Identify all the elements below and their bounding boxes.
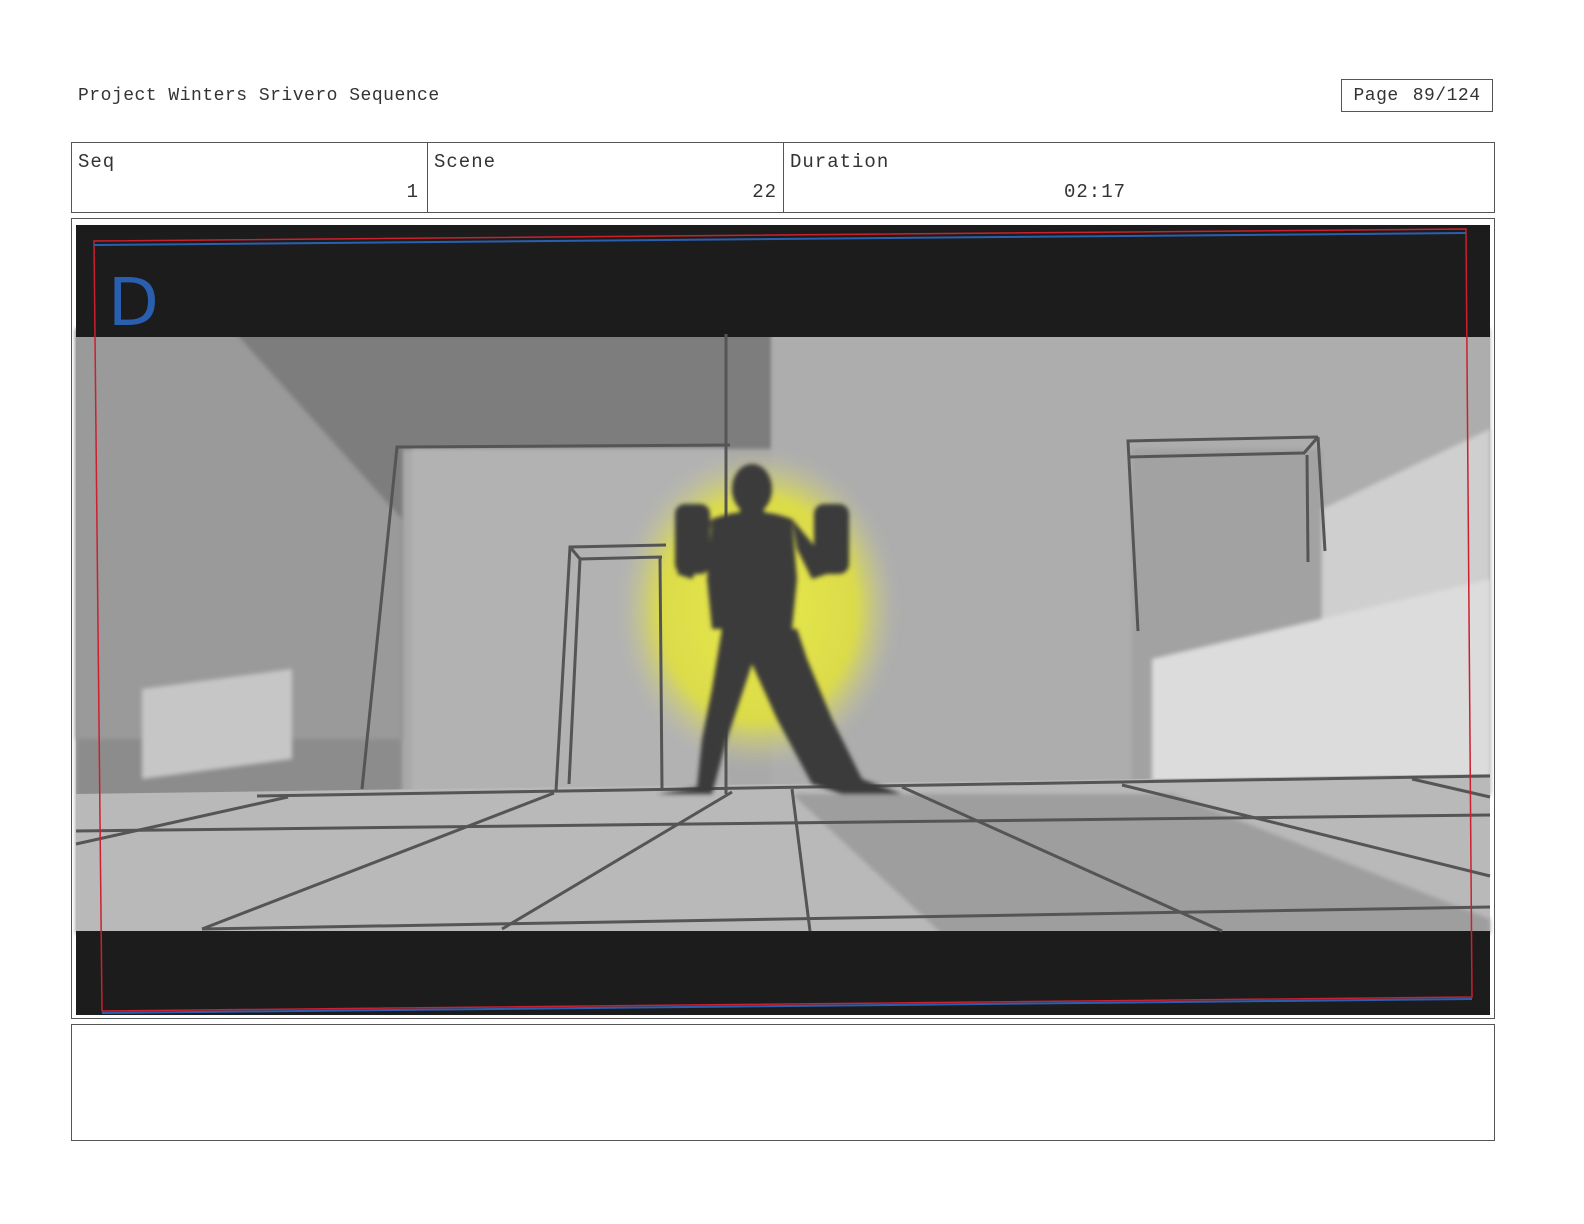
seq-cell: Seq 1 xyxy=(72,143,428,212)
duration-value: 02:17 xyxy=(1064,181,1127,203)
scene-label: Scene xyxy=(434,151,497,173)
seq-value: 1 xyxy=(406,181,419,203)
notes-box[interactable] xyxy=(71,1024,1495,1141)
letterbox-bottom xyxy=(76,931,1490,1015)
project-title: Project Winters Srivero Sequence xyxy=(78,86,440,106)
duration-label: Duration xyxy=(790,151,890,173)
storyboard-panel: D xyxy=(71,218,1495,1019)
seq-label: Seq xyxy=(78,151,116,173)
duration-cell: Duration 02:17 xyxy=(784,143,1494,212)
scene-value: 22 xyxy=(752,181,777,203)
page-label: Page xyxy=(1353,85,1399,106)
panel-letter: D xyxy=(108,264,159,341)
letterbox-top xyxy=(76,225,1490,337)
panel-drawing: D xyxy=(75,225,1491,1015)
page-indicator: Page 89/124 xyxy=(1341,79,1493,112)
page-number: 89/124 xyxy=(1412,85,1481,106)
shot-info-table: Seq 1 Scene 22 Duration 02:17 xyxy=(71,142,1495,213)
scene-cell: Scene 22 xyxy=(428,143,784,212)
